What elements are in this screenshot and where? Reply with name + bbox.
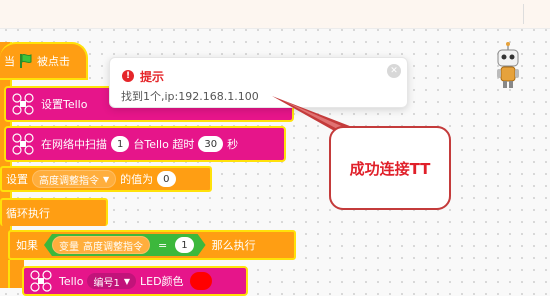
callout-arrow bbox=[272, 96, 386, 152]
annotation-callout: 成功连接TT bbox=[329, 126, 451, 210]
callout-text: 成功连接TT bbox=[349, 159, 431, 178]
